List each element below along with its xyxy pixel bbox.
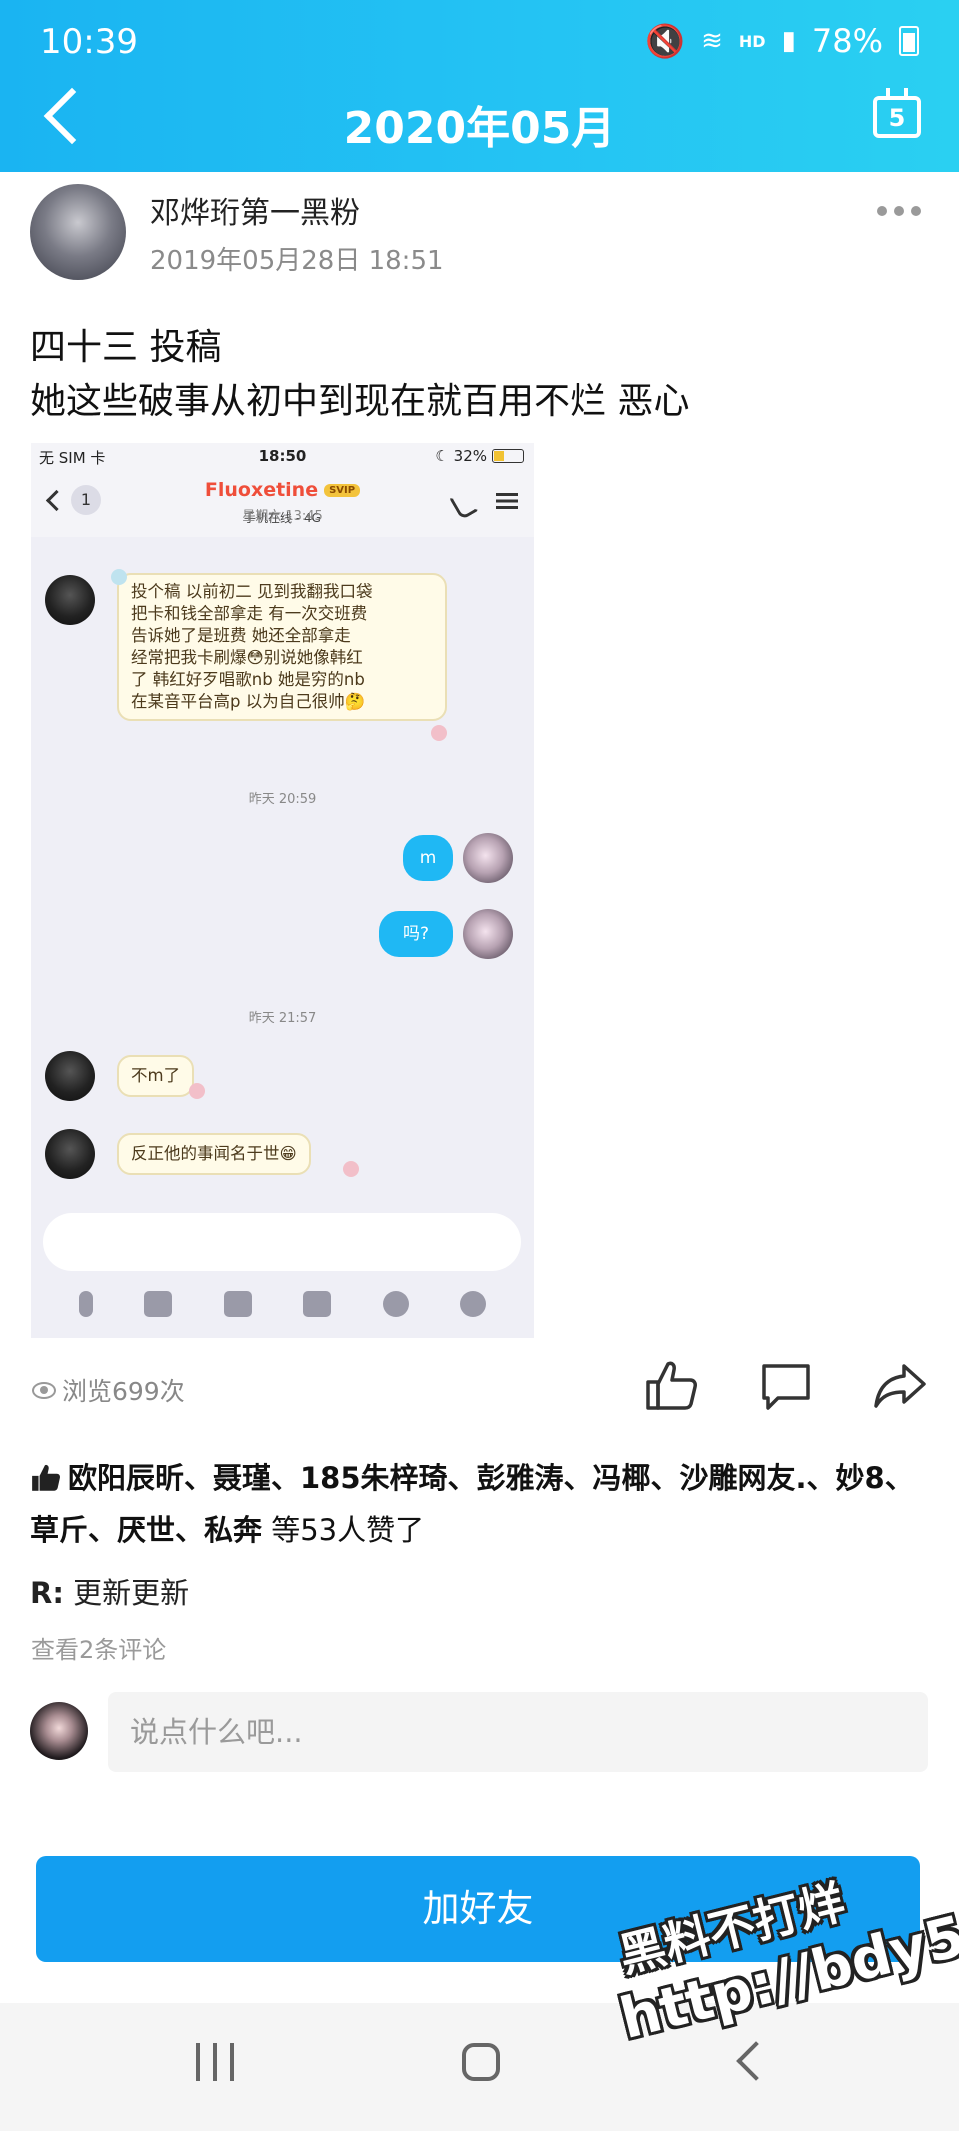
calendar-icon[interactable]: 5: [873, 88, 921, 138]
own-avatar: [463, 909, 513, 959]
my-avatar: [30, 1702, 88, 1760]
screenshot-battery-area: ☾ 32%: [435, 447, 524, 465]
post-text-line2: 她这些破事从初中到现在就百用不烂 恶心: [30, 381, 690, 422]
chat-timestamp: 星期六 13:45: [242, 509, 323, 524]
eye-icon: [32, 1381, 56, 1399]
moon-icon: ☾: [435, 447, 449, 465]
sender-avatar: [45, 575, 95, 625]
own-avatar: [463, 833, 513, 883]
comment-icon[interactable]: [756, 1356, 816, 1416]
system-nav-bar: [0, 2003, 959, 2131]
message-line: 了 韩红好歹唱歌nb 她是穷的nb: [131, 670, 365, 689]
screenshot-toolbar: [31, 1291, 534, 1317]
screenshot-status-bar: 无 SIM 卡 18:50 ☾ 32%: [31, 443, 534, 469]
status-icons: 🔇 ≋ HD ▮ 78%: [645, 22, 919, 60]
outgoing-message: m: [403, 835, 453, 881]
sender-avatar: [45, 1051, 95, 1101]
comment-text: 更新更新: [63, 1576, 190, 1610]
bubble-decoration: [189, 1083, 205, 1099]
outgoing-message: 吗?: [379, 911, 453, 957]
comment-author[interactable]: R:: [30, 1576, 64, 1610]
likes-list: 欧阳辰昕、聂瑾、185朱梓琦、彭雅涛、冯椰、沙雕网友.、妙8、草斤、厌世、私奔 …: [30, 1452, 930, 1556]
sender-avatar: [45, 1129, 95, 1179]
signal-icon: ▮: [781, 26, 796, 56]
screenshot-battery-icon: [492, 449, 524, 463]
camera-icon: [223, 1291, 252, 1317]
thumb-icon: [32, 1464, 60, 1491]
chat-timestamp: 昨天 21:57: [248, 1011, 317, 1026]
author-name[interactable]: 邓烨珩第一黑粉: [150, 188, 360, 232]
battery-percent: 78%: [811, 22, 883, 60]
bubble-decoration: [111, 569, 127, 585]
recents-icon[interactable]: [196, 2043, 234, 2081]
view-count: 浏览699次: [32, 1372, 185, 1408]
incoming-message: 投个稿 以前初二 见到我翻我口袋 把卡和钱全部拿走 有一次交班费 告诉她了是班费…: [117, 573, 447, 721]
message-line: 告诉她了是班费 她还全部拿走: [131, 626, 351, 645]
view-all-comments-link[interactable]: 查看2条评论: [31, 1630, 166, 1665]
comment-input[interactable]: [108, 1692, 928, 1772]
bubble-decoration: [343, 1161, 359, 1177]
message-line: 投个稿 以前初二 见到我翻我口袋: [131, 582, 373, 601]
comment-item: R: 更新更新: [30, 1570, 189, 1612]
message-line: 经常把我卡刷爆😳别说她像韩红: [131, 648, 363, 667]
mute-icon: 🔇: [645, 22, 686, 60]
screenshot-battery-percent: 32%: [453, 447, 487, 465]
network-label: HD: [738, 31, 766, 51]
status-time: 10:39: [40, 22, 138, 62]
view-count-text: 浏览699次: [62, 1377, 185, 1406]
post-text-line1: 四十三 投稿: [30, 327, 222, 368]
plus-icon: [460, 1291, 487, 1317]
message-line: 把卡和钱全部拿走 有一次交班费: [131, 604, 368, 623]
battery-icon: [899, 26, 919, 56]
screenshot-message-input: [43, 1213, 521, 1271]
likes-count: 等53人赞了: [262, 1513, 425, 1547]
message-line: 在某音平台高p 以为自己很帅🤔: [131, 692, 366, 711]
mic-icon: [78, 1291, 93, 1317]
post-timestamp: 2019年05月28日 18:51: [150, 246, 444, 276]
screenshot-chat-header: 1 Fluoxetine SVIP 手机在线 - 4G: [31, 469, 534, 537]
author-avatar[interactable]: [30, 184, 126, 280]
incoming-message: 反正他的事闻名于世😁: [117, 1133, 311, 1175]
system-back-icon[interactable]: [736, 2041, 776, 2081]
chat-timestamp: 昨天 20:59: [248, 792, 317, 807]
svip-badge: SVIP: [324, 484, 361, 497]
incoming-message: 不m了: [117, 1055, 195, 1097]
redpacket-icon: [303, 1291, 332, 1317]
page-title: 2020年05月: [343, 103, 616, 154]
bubble-decoration: [431, 725, 447, 741]
image-icon: [144, 1291, 173, 1317]
share-icon[interactable]: [870, 1356, 930, 1416]
wifi-icon: ≋: [701, 26, 723, 56]
emoji-icon: [382, 1291, 409, 1317]
liker-names[interactable]: 欧阳辰昕、聂瑾、185朱梓琦、彭雅涛、冯椰、沙雕网友.、妙8、草斤、厌世、私奔: [30, 1461, 914, 1547]
post-image[interactable]: 无 SIM 卡 18:50 ☾ 32% 1 Fluoxetine SVIP 手机在…: [31, 443, 534, 1338]
contact-name-text: Fluoxetine: [204, 479, 319, 501]
like-icon[interactable]: [642, 1356, 702, 1416]
top-bar: 10:39 🔇 ≋ HD ▮ 78% 2020年05月 5: [0, 0, 959, 172]
more-icon[interactable]: [877, 206, 921, 216]
home-icon[interactable]: [462, 2043, 500, 2081]
